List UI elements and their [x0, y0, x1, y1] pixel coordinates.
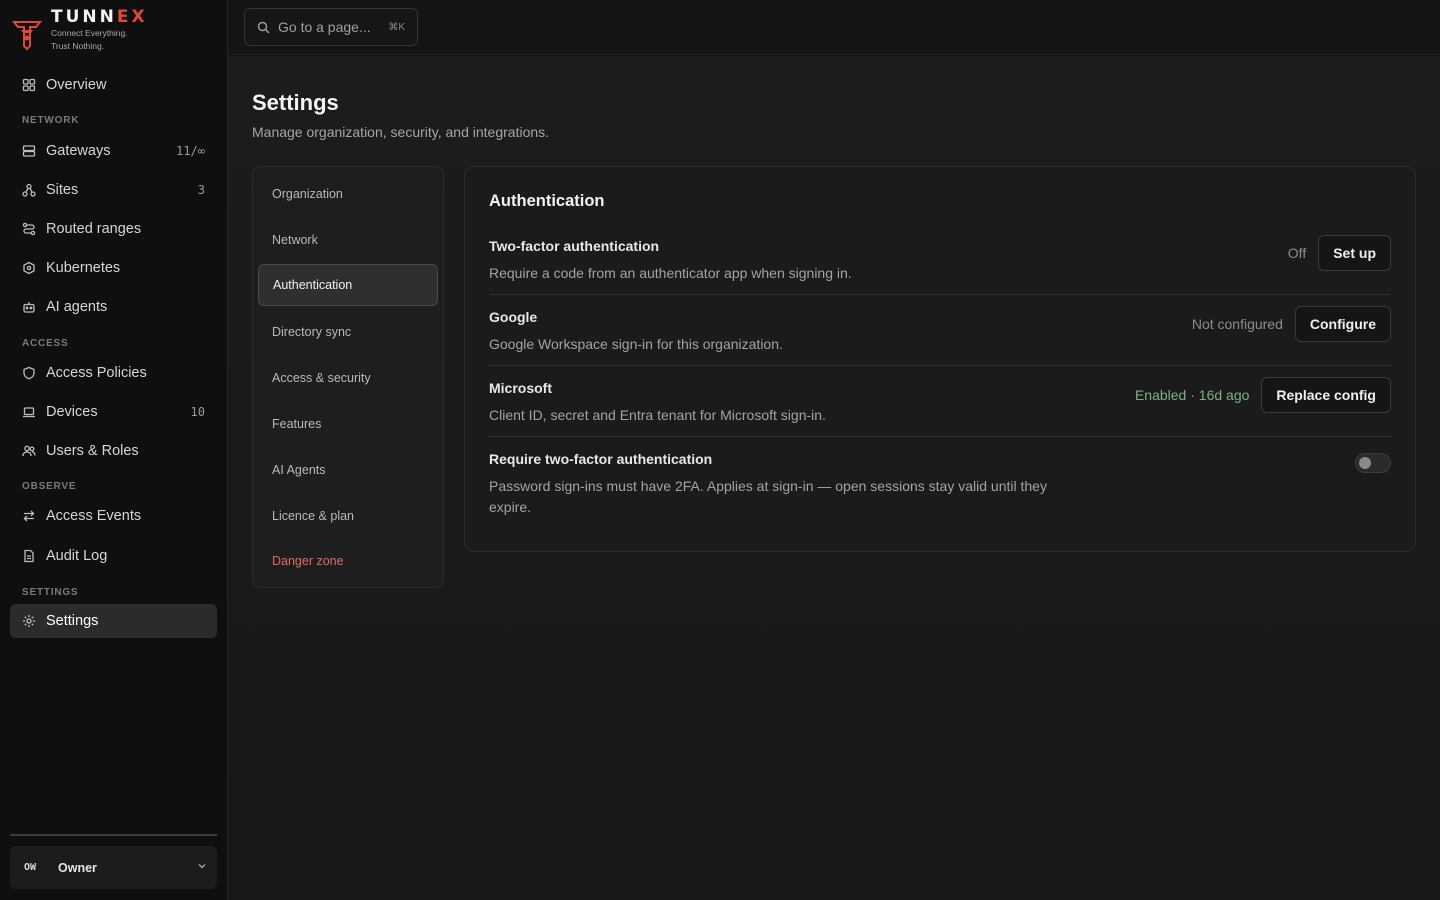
settings-nav-access-security[interactable]: Access & security	[258, 357, 438, 399]
search-placeholder: Go to a page...	[278, 19, 371, 35]
sidebar-item-label: Devices	[46, 404, 98, 420]
brand-tagline-1: Connect Everything.	[51, 28, 128, 38]
replace-config-button[interactable]: Replace config	[1261, 377, 1391, 413]
sidebar-item-label: Sites	[46, 182, 79, 198]
section-label-network: NETWORK	[22, 115, 80, 126]
settings-nav-features[interactable]: Features	[258, 403, 438, 445]
toggle-knob	[1359, 457, 1371, 469]
require-2fa-row: Require two-factor authentication Passwo…	[489, 451, 1391, 518]
row-title: Two-factor authentication	[489, 238, 660, 254]
user-name: Owner	[58, 860, 97, 875]
row-divider	[489, 294, 1391, 295]
settings-nav-network[interactable]: Network	[258, 219, 438, 261]
search-shortcut: ⌘K	[388, 21, 405, 33]
gateways-count: 11/∞	[176, 144, 205, 158]
sidebar-item-users-roles[interactable]: Users & Roles	[10, 434, 217, 468]
row-title: Require two-factor authentication	[489, 451, 713, 467]
sidebar-item-ai-agents[interactable]: AI agents	[10, 290, 217, 324]
sites-count: 3	[197, 183, 205, 197]
sidebar-divider	[10, 834, 217, 836]
brand-tagline-2: Trust Nothing.	[51, 41, 105, 51]
arrows-icon	[22, 509, 36, 523]
google-row: Google Google Workspace sign-in for this…	[489, 306, 1391, 355]
settings-nav-licence-plan[interactable]: Licence & plan	[258, 495, 438, 537]
route-icon	[22, 222, 36, 236]
settings-nav: Organization Network Authentication Dire…	[252, 166, 444, 588]
kubernetes-icon	[22, 261, 36, 275]
sidebar-item-label: Access Events	[46, 508, 142, 524]
sidebar-item-gateways[interactable]: Gateways 11/∞	[10, 134, 217, 168]
row-description: Password sign-ins must have 2FA. Applies…	[489, 478, 1047, 515]
document-icon	[22, 549, 36, 563]
section-label-access: ACCESS	[22, 338, 69, 349]
sidebar-item-devices[interactable]: Devices 10	[10, 395, 217, 429]
row-description: Google Workspace sign-in for this organi…	[489, 336, 783, 352]
sidebar-item-label: Kubernetes	[46, 260, 121, 276]
server-icon	[22, 144, 36, 158]
setup-2fa-button[interactable]: Set up	[1318, 235, 1391, 271]
brand[interactable]: TUNNEX Connect Everything. Trust Nothing…	[12, 8, 148, 56]
page-subtitle: Manage organization, security, and integ…	[252, 124, 550, 140]
sites-icon	[22, 183, 36, 197]
sidebar-item-label: Settings	[46, 613, 99, 629]
avatar: OW	[24, 862, 37, 873]
configure-google-button[interactable]: Configure	[1294, 306, 1391, 342]
shield-icon	[22, 366, 36, 380]
search-input[interactable]: Go to a page... ⌘K	[244, 8, 418, 46]
section-label-observe: OBSERVE	[22, 481, 77, 492]
sidebar-item-access-policies[interactable]: Access Policies	[10, 356, 217, 390]
settings-nav-authentication[interactable]: Authentication	[258, 264, 438, 306]
settings-nav-directory-sync[interactable]: Directory sync	[258, 311, 438, 353]
devices-count: 10	[190, 405, 205, 419]
row-divider	[489, 436, 1391, 437]
page-title: Settings	[252, 90, 339, 115]
users-icon	[22, 444, 36, 458]
status-badge: Off	[1287, 245, 1307, 261]
two-factor-row: Two-factor authentication Require a code…	[489, 235, 1391, 284]
brand-name: TUNNEX	[51, 7, 148, 27]
sidebar-item-sites[interactable]: Sites 3	[10, 173, 217, 207]
grid-icon	[22, 78, 36, 92]
chevron-down-icon	[198, 864, 206, 869]
sidebar-item-access-events[interactable]: Access Events	[10, 499, 217, 533]
status-badge: Enabled · 16d ago	[1134, 387, 1250, 403]
settings-nav-ai-agents[interactable]: AI Agents	[258, 449, 438, 491]
status-badge: Not configured	[1191, 316, 1283, 332]
require-2fa-toggle[interactable]	[1355, 453, 1391, 473]
bot-icon	[22, 300, 36, 314]
settings-nav-danger-zone[interactable]: Danger zone	[258, 540, 438, 582]
sidebar-item-label: Overview	[46, 77, 107, 93]
sidebar-item-label: Audit Log	[46, 548, 108, 564]
tunnex-logo-icon	[12, 21, 42, 50]
sidebar-item-label: AI agents	[46, 299, 108, 315]
sidebar-item-label: Access Policies	[46, 365, 147, 381]
row-description: Require a code from an authenticator app…	[489, 265, 852, 281]
sidebar-item-label: Routed ranges	[46, 221, 142, 237]
sidebar: TUNNEX Connect Everything. Trust Nothing…	[0, 0, 228, 900]
sidebar-item-audit-log[interactable]: Audit Log	[10, 539, 217, 573]
sidebar-item-routed-ranges[interactable]: Routed ranges	[10, 212, 217, 246]
section-label-settings: SETTINGS	[22, 587, 79, 598]
user-menu[interactable]: OW Owner	[10, 846, 217, 889]
sidebar-item-label: Gateways	[46, 143, 111, 159]
sidebar-item-label: Users & Roles	[46, 443, 139, 459]
row-description: Client ID, secret and Entra tenant for M…	[489, 407, 826, 423]
search-icon	[257, 21, 270, 33]
microsoft-row: Microsoft Client ID, secret and Entra te…	[489, 377, 1391, 426]
gear-icon	[22, 614, 36, 628]
row-divider	[489, 365, 1391, 366]
main-content: Settings Manage organization, security, …	[228, 56, 1440, 900]
panel-title: Authentication	[489, 192, 605, 210]
sidebar-item-overview[interactable]: Overview	[10, 68, 217, 102]
sidebar-item-settings[interactable]: Settings	[10, 604, 217, 638]
settings-nav-organization[interactable]: Organization	[258, 173, 438, 215]
sidebar-item-kubernetes[interactable]: Kubernetes	[10, 251, 217, 285]
topbar: Go to a page... ⌘K	[228, 0, 1440, 55]
laptop-icon	[22, 405, 36, 419]
authentication-panel: Authentication Two-factor authentication…	[464, 166, 1416, 552]
